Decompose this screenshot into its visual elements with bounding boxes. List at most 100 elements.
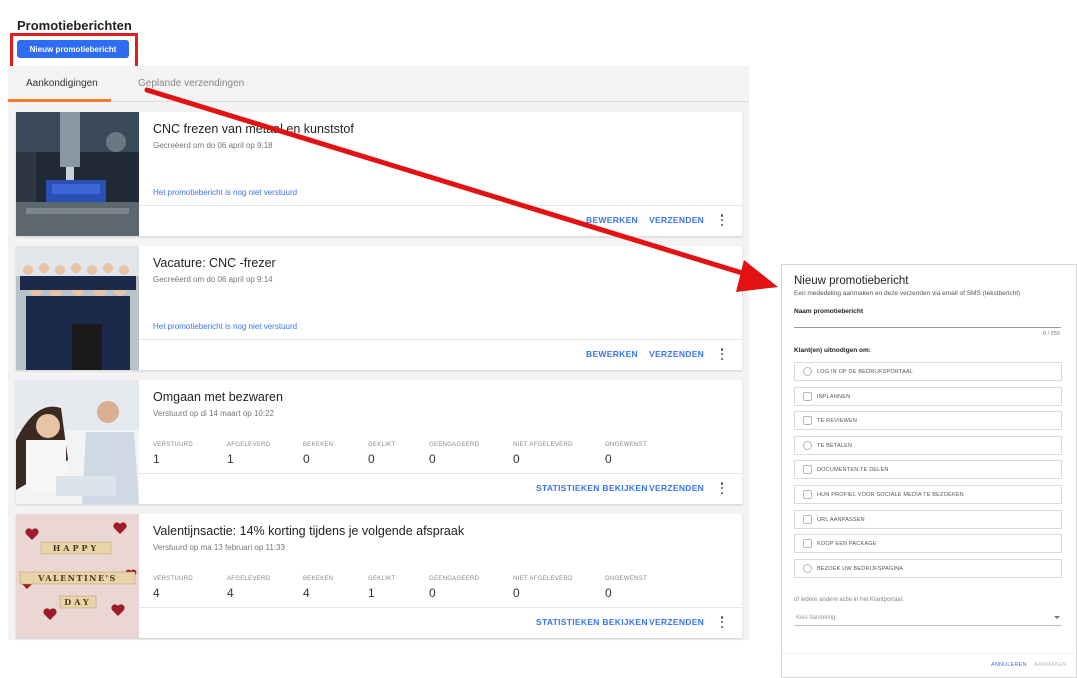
option-login-portal[interactable]: LOG IN OP DE BEDRIJFSPORTAAL <box>794 362 1062 381</box>
office-meeting-image <box>16 380 139 504</box>
stat-value: 0 <box>605 452 612 466</box>
option-share-documents[interactable]: DOCUMENTEN TE DELEN <box>794 460 1062 479</box>
stat-value: 0 <box>605 586 612 600</box>
option-label: LOG IN OP DE BEDRIJFSPORTAAL <box>817 369 914 375</box>
name-field-label: Naam promotiebericht <box>794 308 863 315</box>
card-title: CNC frezen van metaal en kunststof <box>153 122 354 136</box>
share-icon <box>803 490 812 499</box>
option-label: URL AANPASSEN <box>817 517 865 523</box>
stat-label: AFGELEVERD <box>227 442 271 448</box>
not-sent-status: Het promotiebericht is nog niet verstuur… <box>153 188 298 197</box>
stat-label: GEENGAGEERD <box>429 442 480 448</box>
more-options-icon[interactable] <box>719 615 725 629</box>
option-company-page[interactable]: BEZOEK UW BEDRIJFSPAGINA <box>794 559 1062 578</box>
char-counter: 0 / 250 <box>1043 331 1060 337</box>
send-button[interactable]: VERZENDEN <box>649 215 704 225</box>
card-divider <box>139 607 742 608</box>
valentines-tiles-image: HAPPY VALENTINE'S DAY <box>16 514 139 638</box>
tab-bar: Aankondigingen Geplande verzendingen <box>8 66 749 102</box>
cancel-button[interactable]: ANNULEREN <box>991 662 1027 668</box>
stat-value: 1 <box>227 452 234 466</box>
card-divider <box>139 473 742 474</box>
stat-value: 0 <box>429 452 436 466</box>
user-icon <box>803 367 812 376</box>
page-title: Promotieberichten <box>17 18 132 33</box>
stat-label: NIET AFGELEVERD <box>513 442 573 448</box>
send-button[interactable]: VERZENDEN <box>649 349 704 359</box>
send-button[interactable]: VERZENDEN <box>649 617 704 627</box>
more-options-icon[interactable] <box>719 481 725 495</box>
option-label: TE BETALEN <box>817 443 853 449</box>
option-label: BEZOEK UW BEDRIJFSPAGINA <box>817 566 904 572</box>
card-divider <box>139 205 742 206</box>
package-icon <box>803 539 812 548</box>
dialog-footer-divider <box>782 653 1076 654</box>
stat-label: ONGEWENST <box>605 576 648 582</box>
promotion-card: Omgaan met bezwaren Verstuurd op di 14 m… <box>16 380 742 504</box>
stat-label: GEENGAGEERD <box>429 576 480 582</box>
name-input[interactable] <box>794 327 1061 328</box>
stat-value: 0 <box>303 452 310 466</box>
option-label: DOCUMENTEN TE DELEN <box>817 467 889 473</box>
stat-value: 0 <box>429 586 436 600</box>
card-subtitle: Gecreëerd om do 06 april op 9:14 <box>153 275 273 284</box>
globe-icon <box>803 564 812 573</box>
invite-label: Klant(en) uitnodigen om: <box>794 347 871 354</box>
edit-button[interactable]: BEWERKEN <box>586 215 638 225</box>
option-buy-package[interactable]: KOOP EEN PACKAGE <box>794 534 1062 553</box>
stat-label: AFGELEVERD <box>227 576 271 582</box>
cnc-machine-image <box>16 112 139 236</box>
more-options-icon[interactable] <box>719 213 725 227</box>
tile-text: VALENTINE'S <box>38 573 117 583</box>
coins-icon <box>803 441 812 450</box>
active-tab-indicator <box>8 99 111 102</box>
dialog-title: Nieuw promotiebericht <box>794 275 909 287</box>
new-promotion-button[interactable]: Nieuw promotiebericht <box>17 40 129 58</box>
tab-scheduled-sends[interactable]: Geplande verzendingen <box>138 78 244 89</box>
card-subtitle: Verstuurd op di 14 maart op 10:22 <box>153 409 274 418</box>
new-promotion-dialog: Nieuw promotiebericht Een mededeling aan… <box>781 264 1077 678</box>
stat-value: 4 <box>303 586 310 600</box>
promotion-card: HAPPY VALENTINE'S DAY Valentijnsactie: 1… <box>16 514 742 638</box>
stat-label: GEKLIKT <box>368 442 396 448</box>
card-title: Valentijnsactie: 14% korting tijdens je … <box>153 524 465 538</box>
promotion-card: CNC frezen van metaal en kunststof Gecre… <box>16 112 742 236</box>
stat-label: VERSTUURD <box>153 442 194 448</box>
send-button[interactable]: VERZENDEN <box>649 483 704 493</box>
option-review[interactable]: TE REVIEWEN <box>794 411 1062 430</box>
card-divider <box>139 339 742 340</box>
stat-value: 0 <box>513 452 520 466</box>
select-placeholder: Kies handeling: <box>796 615 838 621</box>
stat-label: ONGEWENST <box>605 442 648 448</box>
option-label: HUN PROFIEL VOOR SOCIALE MEDIA TE BEZOEK… <box>817 492 964 498</box>
card-title: Vacature: CNC -frezer <box>153 256 276 270</box>
option-schedule[interactable]: INPLANNEN <box>794 387 1062 406</box>
option-social-profile[interactable]: HUN PROFIEL VOOR SOCIALE MEDIA TE BEZOEK… <box>794 485 1062 504</box>
edit-button[interactable]: BEWERKEN <box>586 349 638 359</box>
action-select[interactable]: Kies handeling: <box>794 612 1062 626</box>
star-icon <box>803 416 812 425</box>
team-photo-image <box>16 246 139 370</box>
option-label: KOOP EEN PACKAGE <box>817 541 877 547</box>
stat-value: 0 <box>368 452 375 466</box>
stat-label: NIET AFGELEVERD <box>513 576 573 582</box>
not-sent-status: Het promotiebericht is nog niet verstuur… <box>153 322 298 331</box>
tile-text: HAPPY <box>52 543 100 553</box>
create-button[interactable]: AANMAKEN <box>1034 662 1066 668</box>
card-title: Omgaan met bezwaren <box>153 390 283 404</box>
stat-value: 1 <box>368 586 375 600</box>
option-custom-url[interactable]: URL AANPASSEN <box>794 510 1062 529</box>
chevron-down-icon <box>1054 616 1060 619</box>
stat-value: 4 <box>153 586 160 600</box>
option-pay[interactable]: TE BETALEN <box>794 436 1062 455</box>
stat-value: 1 <box>153 452 160 466</box>
tile-text: DAY <box>64 597 92 607</box>
option-label: TE REVIEWEN <box>817 418 858 424</box>
stat-value: 4 <box>227 586 234 600</box>
view-statistics-button[interactable]: STATISTIEKEN BEKIJKEN <box>536 483 648 493</box>
tab-announcements[interactable]: Aankondigingen <box>26 78 98 89</box>
stat-label: GEKLIKT <box>368 576 396 582</box>
promotions-panel: Promotieberichten Nieuw promotiebericht … <box>8 8 749 640</box>
view-statistics-button[interactable]: STATISTIEKEN BEKIJKEN <box>536 617 648 627</box>
more-options-icon[interactable] <box>719 347 725 361</box>
